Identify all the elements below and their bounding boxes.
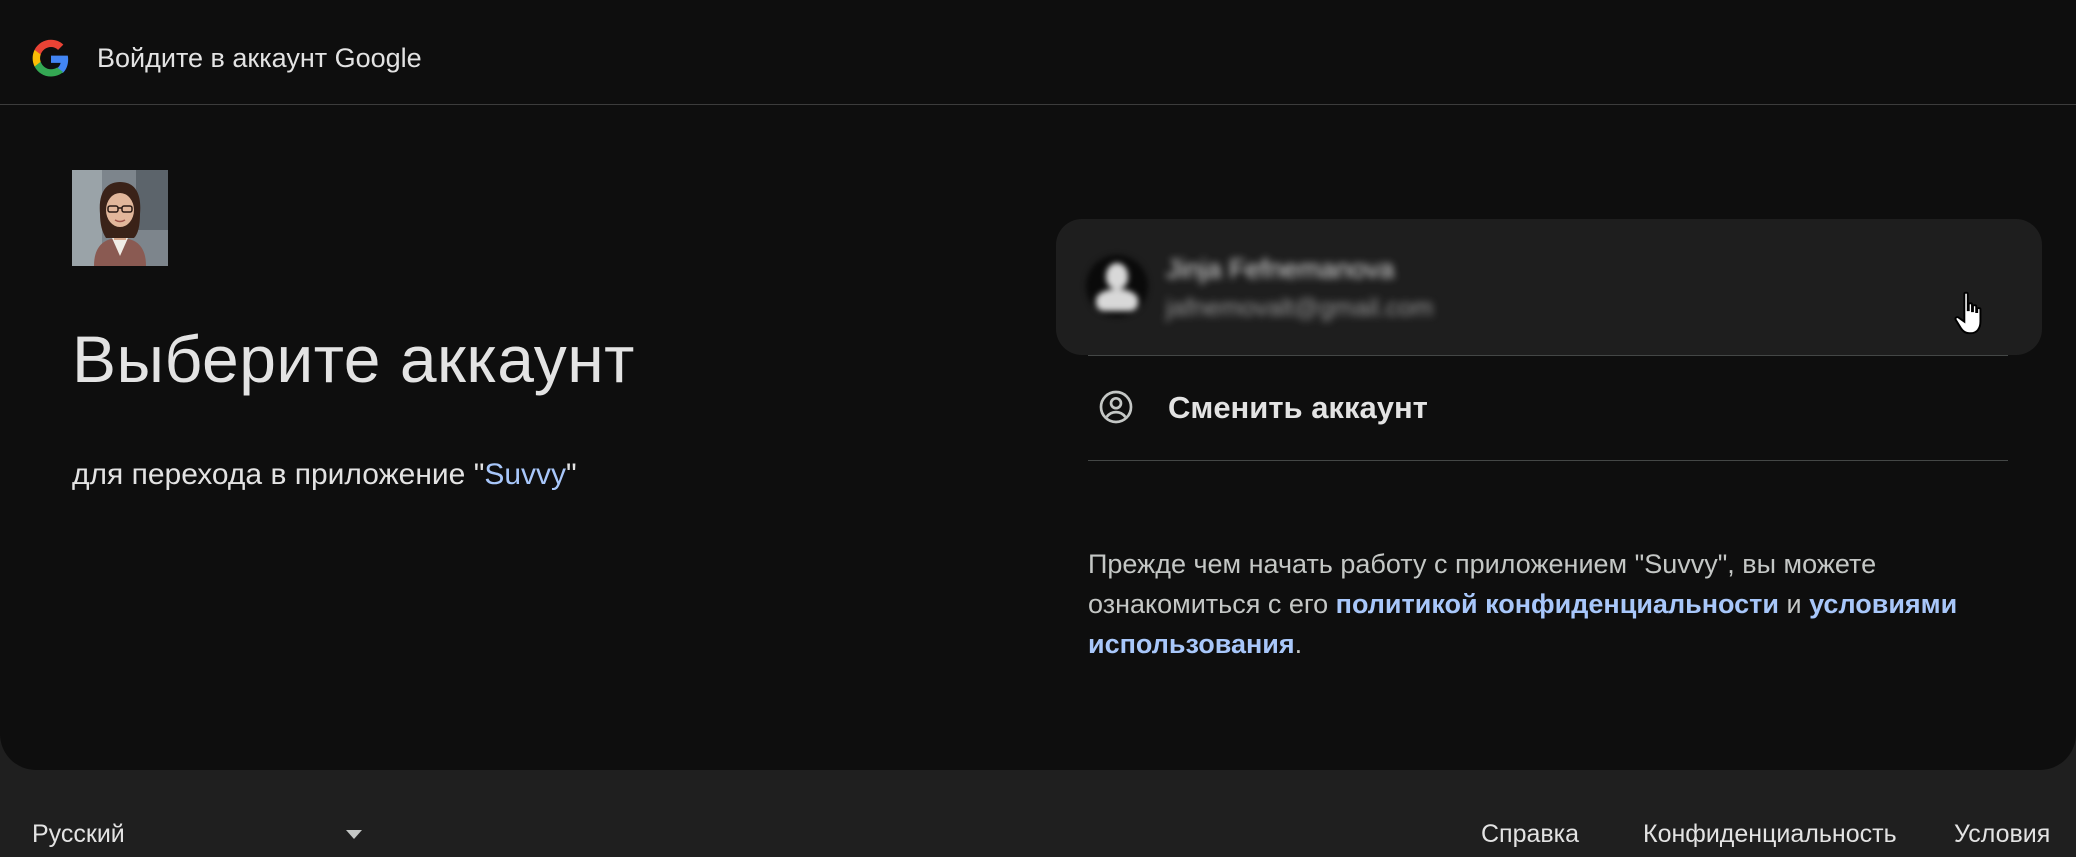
subtitle-prefix: для перехода в приложение " (72, 458, 485, 491)
subtitle-suffix: " (566, 458, 577, 491)
header-title: Войдите в аккаунт Google (97, 43, 422, 73)
disclaimer-text-2: и (1778, 589, 1810, 619)
subtitle: для перехода в приложение "Suvvy" (72, 455, 577, 495)
app-name-link[interactable]: Suvvy (484, 458, 566, 491)
hand-cursor-icon (1954, 291, 1982, 335)
footer: Русский Справка Конфиденциальность Услов… (0, 770, 2076, 857)
account-name: Jinja Fefnemanova (1166, 254, 1395, 284)
card-header: Войдите в аккаунт Google (0, 0, 2076, 105)
terms-link[interactable]: Условия (1954, 818, 2050, 850)
help-link[interactable]: Справка (1481, 818, 1579, 850)
app-avatar-icon (72, 170, 168, 266)
switch-account-button[interactable]: Сменить аккаунт (1088, 357, 2008, 460)
account-email: jafnemovalt@gmail.com (1166, 294, 1434, 322)
language-select[interactable]: Русский (32, 818, 372, 854)
language-label: Русский (32, 820, 125, 848)
divider-bottom (1088, 460, 2008, 461)
page-title: Выберите аккаунт (72, 322, 635, 396)
sign-in-card: Войдите в аккаунт Google Выберите аккаун… (0, 0, 2076, 770)
divider-top (1088, 355, 2008, 356)
switch-account-label: Сменить аккаунт (1168, 390, 1428, 425)
account-circle-icon (1099, 390, 1133, 424)
disclaimer-text-3: . (1294, 629, 1303, 659)
account-list-item[interactable]: Jinja Fefnemanova jafnemovalt@gmail.com (1056, 219, 2042, 355)
privacy-policy-link[interactable]: политикой конфиденциальности (1336, 589, 1779, 619)
consent-disclaimer: Прежде чем начать работу с приложением "… (1088, 544, 2018, 664)
google-logo-icon (32, 39, 69, 77)
dropdown-arrow-icon (346, 830, 362, 839)
person-silhouette-icon (1086, 255, 1148, 317)
privacy-link[interactable]: Конфиденциальность (1643, 818, 1897, 850)
